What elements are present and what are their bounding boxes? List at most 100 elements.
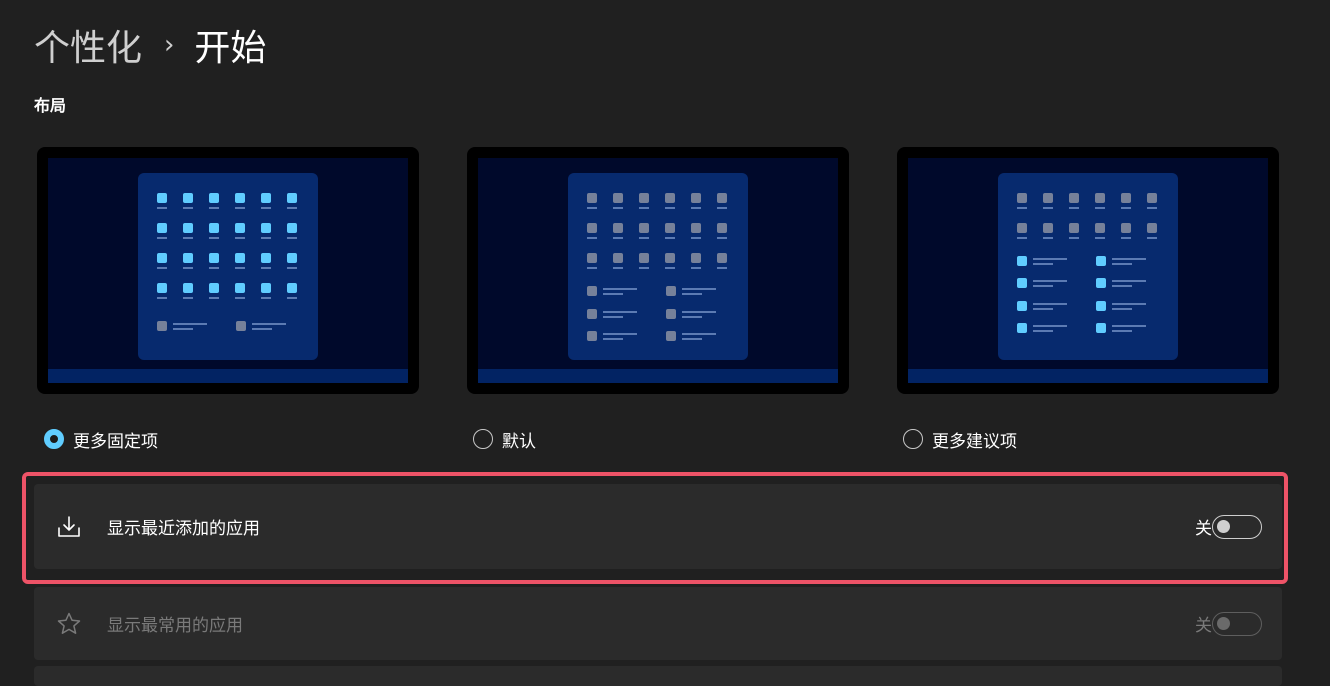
recommended-item — [1096, 278, 1106, 288]
recommended-item — [666, 331, 676, 341]
star-icon — [57, 612, 81, 634]
app-tile — [235, 223, 245, 233]
layout-option-more-pins[interactable]: 更多固定项 — [44, 426, 158, 452]
app-tile-caption — [665, 267, 675, 269]
app-tile-caption — [235, 207, 245, 209]
app-tile-caption — [235, 297, 245, 299]
app-tile-caption — [209, 237, 219, 239]
app-tile-caption — [287, 237, 297, 239]
app-tile — [665, 223, 675, 233]
layout-more-recommendations-preview[interactable] — [897, 147, 1279, 394]
setting-most-used-apps: 显示最常用的应用 关 — [34, 587, 1282, 660]
layout-default-preview[interactable] — [467, 147, 849, 394]
app-tile — [287, 193, 297, 203]
recommended-item-text — [1033, 258, 1067, 260]
recommended-item-text — [603, 293, 623, 295]
app-tile — [157, 283, 167, 293]
recommended-item-text — [173, 328, 193, 330]
app-tile — [613, 193, 623, 203]
app-tile-caption — [157, 297, 167, 299]
layout-option-label: 更多固定项 — [73, 431, 158, 452]
toggle-knob — [1217, 616, 1230, 630]
app-tile — [665, 253, 675, 263]
app-tile-caption — [183, 207, 193, 209]
recommended-item — [587, 309, 597, 319]
toggle-state-label: 关 — [1195, 616, 1212, 636]
layout-section-label: 布局 — [34, 96, 67, 115]
recommended-item-text — [1033, 263, 1053, 265]
recommended-item-text — [1033, 330, 1053, 332]
app-tile — [639, 193, 649, 203]
recommended-item-text — [1033, 303, 1067, 305]
breadcrumb-parent[interactable]: 个性化 — [34, 19, 142, 71]
app-tile — [209, 253, 219, 263]
app-tile-caption — [209, 267, 219, 269]
app-tile-caption — [183, 267, 193, 269]
app-tile — [639, 253, 649, 263]
app-tile — [287, 253, 297, 263]
app-tile — [157, 223, 167, 233]
app-tile-caption — [639, 267, 649, 269]
radio-button-selected[interactable] — [44, 429, 64, 449]
app-tile — [235, 283, 245, 293]
layout-option-more-recommendations[interactable]: 更多建议项 — [903, 426, 1017, 452]
recommended-item-text — [682, 288, 716, 290]
app-tile-caption — [157, 267, 167, 269]
most-used-toggle[interactable] — [1212, 611, 1262, 636]
preview-screen — [48, 158, 408, 383]
highlight-box — [22, 472, 1288, 584]
app-tile-caption — [183, 237, 193, 239]
taskbar-mock — [908, 369, 1268, 383]
app-tile-caption — [1043, 207, 1053, 209]
app-tile — [261, 223, 271, 233]
app-tile-caption — [1095, 237, 1105, 239]
app-tile-caption — [1043, 237, 1053, 239]
app-tile — [691, 193, 701, 203]
app-tile-caption — [1017, 207, 1027, 209]
app-tile-caption — [665, 207, 675, 209]
app-tile-caption — [587, 207, 597, 209]
recommended-item — [587, 286, 597, 296]
recommended-item-text — [1033, 308, 1053, 310]
setting-label: 显示最常用的应用 — [107, 616, 243, 636]
app-tile-caption — [261, 267, 271, 269]
app-tile — [1095, 193, 1105, 203]
recommended-item-text — [682, 316, 702, 318]
recommended-item-text — [603, 316, 623, 318]
recommended-item — [157, 321, 167, 331]
app-tile — [717, 253, 727, 263]
recommended-item — [1017, 323, 1027, 333]
layout-option-label: 默认 — [502, 431, 536, 452]
app-tile — [157, 193, 167, 203]
recommended-item — [1096, 301, 1106, 311]
app-tile — [183, 193, 193, 203]
start-menu-mock — [998, 173, 1178, 360]
app-tile — [717, 193, 727, 203]
layout-option-default[interactable]: 默认 — [473, 426, 536, 452]
radio-button[interactable] — [473, 429, 493, 449]
app-tile-caption — [639, 207, 649, 209]
breadcrumb: 个性化 › 开始 — [34, 19, 266, 71]
taskbar-mock — [478, 369, 838, 383]
app-tile-caption — [287, 267, 297, 269]
recommended-item-text — [1112, 263, 1132, 265]
recommended-item-text — [1112, 258, 1146, 260]
app-tile-caption — [209, 207, 219, 209]
app-tile-caption — [235, 267, 245, 269]
app-tile — [183, 253, 193, 263]
recommended-item-text — [1112, 303, 1146, 305]
app-tile-caption — [1017, 237, 1027, 239]
app-tile-caption — [1069, 237, 1079, 239]
app-tile — [587, 193, 597, 203]
radio-button[interactable] — [903, 429, 923, 449]
recommended-item-text — [682, 311, 716, 313]
recommended-item-text — [1033, 280, 1067, 282]
app-tile — [157, 253, 167, 263]
app-tile — [183, 283, 193, 293]
app-tile — [235, 253, 245, 263]
recommended-item — [1096, 323, 1106, 333]
app-tile — [613, 223, 623, 233]
app-tile-caption — [261, 207, 271, 209]
layout-more-pins-preview[interactable] — [37, 147, 419, 394]
preview-screen — [908, 158, 1268, 383]
